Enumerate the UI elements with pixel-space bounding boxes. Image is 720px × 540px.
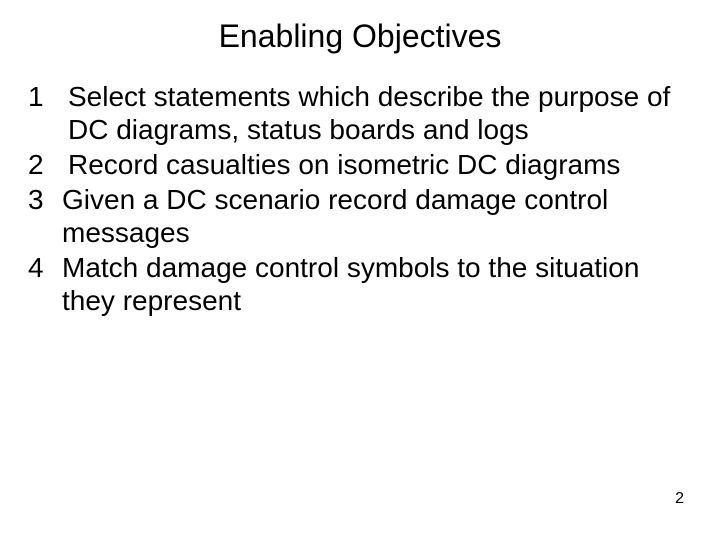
item-number: 2 [28,148,62,181]
item-text: Given a DC scenario record damage contro… [62,183,688,249]
list-item: 1 Select statements which describe the p… [28,80,688,146]
list-item: 2 Record casualties on isometric DC diag… [28,148,688,181]
item-number: 3 [28,183,62,216]
page-number: 2 [675,490,684,508]
slide: Enabling Objectives 1 Select statements … [0,0,720,540]
item-text: Record casualties on isometric DC diagra… [62,148,688,181]
list-item: 4 Match damage control symbols to the si… [28,251,688,317]
item-text: Match damage control symbols to the situ… [62,251,688,317]
slide-title: Enabling Objectives [0,18,720,55]
item-text: Select statements which describe the pur… [62,80,688,146]
item-number: 1 [28,80,62,113]
objectives-list: 1 Select statements which describe the p… [28,80,688,319]
list-item: 3 Given a DC scenario record damage cont… [28,183,688,249]
item-number: 4 [28,251,62,284]
